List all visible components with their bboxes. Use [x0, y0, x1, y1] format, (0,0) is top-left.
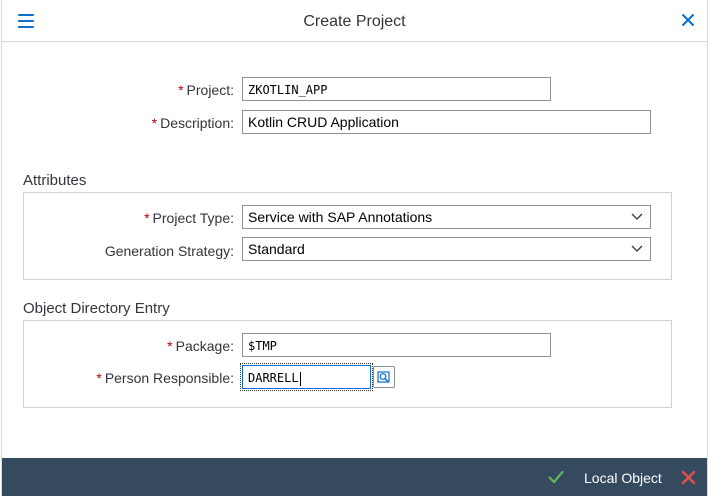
- package-label: * Package:: [167, 338, 234, 354]
- project-label: * Project:: [178, 82, 234, 98]
- generation-strategy-label: Generation Strategy:: [104, 243, 234, 259]
- attributes-section-title: Attributes: [23, 172, 87, 189]
- project-type-value: Service with SAP Annotations: [248, 209, 433, 225]
- dialog-footer: Local Object: [2, 458, 707, 496]
- chevron-down-icon[interactable]: [631, 245, 643, 253]
- package-input[interactable]: $TMP: [242, 333, 551, 357]
- person-responsible-value-help-button[interactable]: [373, 366, 395, 388]
- project-type-label: * Project Type:: [144, 210, 234, 226]
- project-type-select[interactable]: Service with SAP Annotations: [242, 205, 651, 229]
- chevron-down-icon[interactable]: [631, 213, 643, 221]
- object-directory-section-title: Object Directory Entry: [23, 300, 170, 317]
- person-responsible-value: DARRELL: [248, 371, 299, 385]
- cancel-x-icon[interactable]: [681, 470, 696, 485]
- generation-strategy-select[interactable]: Standard: [242, 237, 651, 261]
- checkmark-icon[interactable]: [548, 470, 564, 484]
- dialog-title: Create Project: [303, 13, 406, 30]
- project-input[interactable]: ZKOTLIN_APP: [242, 77, 551, 101]
- close-icon[interactable]: [679, 11, 697, 29]
- local-object-button[interactable]: Local Object: [584, 470, 662, 486]
- person-responsible-input[interactable]: DARRELL: [240, 363, 373, 391]
- text-caret: [299, 371, 301, 386]
- description-input[interactable]: Kotlin CRUD Application: [242, 110, 651, 134]
- description-label: * Description:: [151, 115, 234, 131]
- value-help-icon: [377, 371, 390, 383]
- dialog-header: Create Project: [2, 0, 707, 42]
- create-project-dialog: Create Project * Project: ZKOTLIN_APP * De…: [1, 0, 708, 496]
- person-responsible-label: * Person Responsible:: [96, 370, 234, 386]
- generation-strategy-value: Standard: [248, 241, 305, 257]
